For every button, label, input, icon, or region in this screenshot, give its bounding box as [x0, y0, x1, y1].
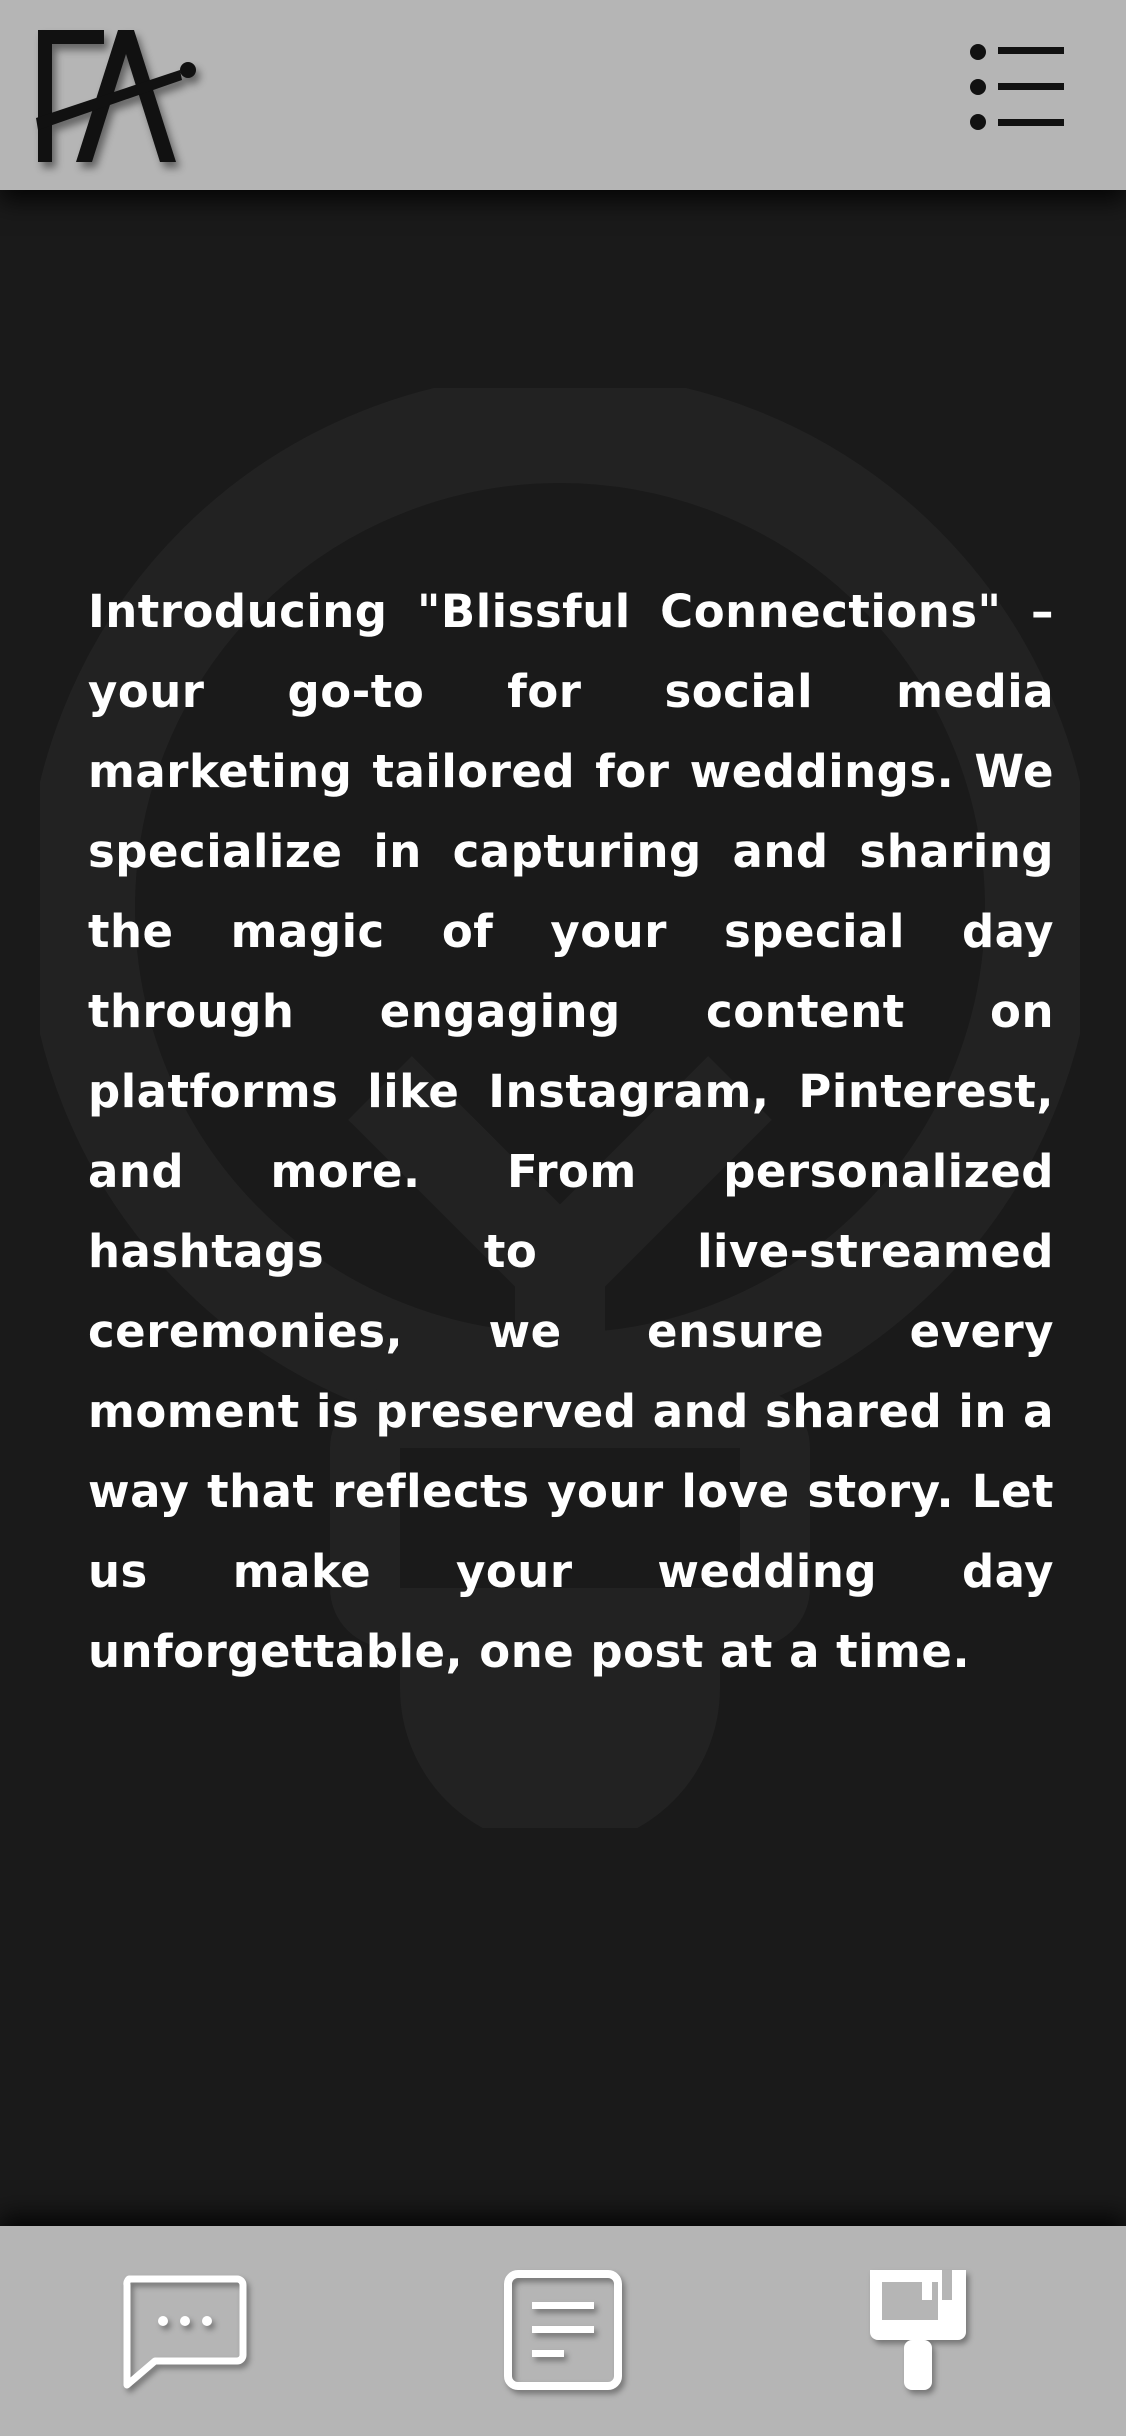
- document-icon: [504, 2270, 622, 2390]
- chat-bubble-icon: [123, 2275, 247, 2389]
- top-bar: [0, 0, 1126, 190]
- menu-button[interactable]: [968, 42, 1068, 132]
- bottom-navigation: [0, 2226, 1126, 2436]
- fa-monogram-logo-icon: [36, 30, 196, 162]
- fa-logo[interactable]: [30, 20, 210, 170]
- paint-brush-button[interactable]: [817, 2226, 1017, 2436]
- menu-list-icon: [970, 44, 1064, 130]
- paint-brush-icon: [870, 2270, 966, 2390]
- main-content: Introducing "Blissful Connections" – you…: [0, 190, 1126, 2226]
- intro-paragraph: Introducing "Blissful Connections" – you…: [88, 585, 1054, 1678]
- chat-button[interactable]: [84, 2226, 284, 2436]
- document-button[interactable]: [463, 2226, 663, 2436]
